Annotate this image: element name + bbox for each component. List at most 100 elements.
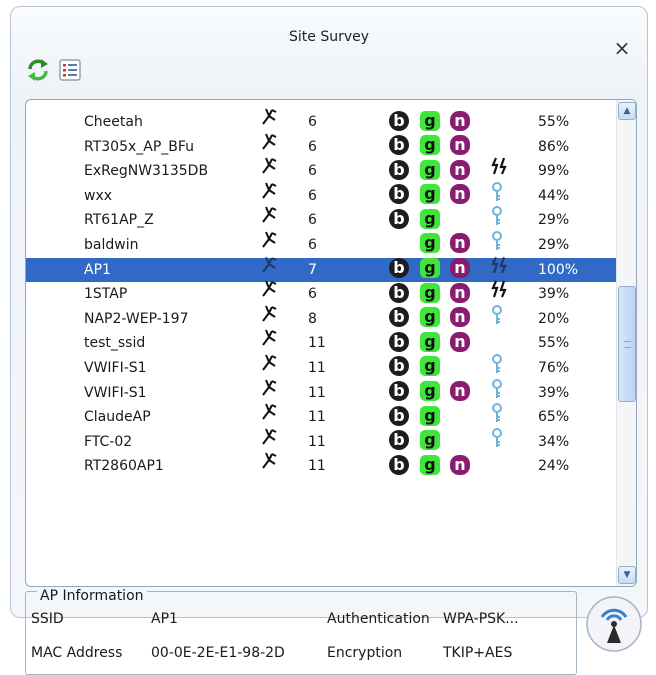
badge-g-label: g: [420, 258, 440, 279]
signal-strength-cell: 29%: [538, 236, 570, 253]
refresh-button[interactable]: [25, 57, 51, 83]
network-row[interactable]: ExRegNW3135DB 6 b g n 99%: [26, 157, 616, 184]
mode-n-icon: n: [450, 233, 470, 258]
grip-icon: [624, 341, 631, 348]
badge-n-label: n: [450, 282, 470, 303]
network-row[interactable]: VWIFI-S1 11 b g n 39%: [26, 378, 616, 406]
ssid-cell: RT61AP_Z: [84, 212, 154, 229]
signal-strength-cell: 55%: [538, 114, 570, 130]
network-row[interactable]: RT305x_AP_BFu 6 b g n 86%: [26, 133, 616, 160]
network-row[interactable]: NAP2-WEP-197 8 b g n 20%: [26, 304, 616, 332]
badge-n-label: n: [450, 381, 470, 402]
ssid-cell: ClaudeAP: [84, 409, 151, 426]
badge-b-label: b: [389, 258, 409, 279]
network-row[interactable]: ClaudeAP 11 b g 65%: [26, 403, 616, 430]
signal-strength-cell: 20%: [538, 310, 570, 327]
badge-b-label: b: [389, 454, 409, 475]
mode-n-icon: n: [450, 454, 470, 479]
badge-n-label: n: [450, 135, 470, 156]
network-row[interactable]: FTC-02 11 b g 34%: [26, 427, 616, 455]
mode-b-icon: b: [389, 454, 409, 479]
badge-b-label: b: [389, 184, 409, 205]
list-view-icon: [59, 59, 81, 81]
badge-b-label: b: [389, 208, 409, 229]
network-row[interactable]: AP1 7 b g n 100%: [26, 256, 616, 283]
mode-g-icon: g: [420, 405, 440, 430]
site-survey-window: Site Survey × Cheetah 6 b g n 55% RT305x_AP_BF…: [10, 6, 648, 675]
ssid-cell: ExRegNW3135DB: [84, 163, 209, 180]
network-row[interactable]: 1STAP 6 b g n 39%: [26, 280, 616, 307]
mode-b-icon: b: [389, 282, 409, 307]
ssid-cell: VWIFI-S1: [84, 384, 147, 401]
channel-cell: 11: [308, 409, 326, 426]
channel-cell: 6: [308, 138, 317, 155]
wps-button[interactable]: [585, 595, 643, 653]
signal-strength-cell: 44%: [538, 187, 570, 204]
mode-n-icon: n: [450, 258, 470, 283]
network-row[interactable]: test_ssid 11 b g n 55%: [26, 329, 616, 356]
mode-b-icon: b: [389, 135, 409, 160]
badge-n-label: n: [450, 233, 470, 254]
channel-cell: 11: [308, 335, 326, 352]
network-row[interactable]: wxx 6 b g n 44%: [26, 181, 616, 209]
window-title: Site Survey: [288, 29, 370, 45]
mode-n-icon: n: [450, 110, 470, 135]
badge-g-label: g: [420, 430, 440, 451]
signal-strength-cell: 100%: [538, 261, 579, 278]
badge-g-label: g: [420, 405, 440, 426]
signal-strength-cell: 29%: [538, 212, 570, 229]
ssid-cell: RT2860AP1: [84, 458, 164, 475]
mode-g-icon: g: [420, 282, 440, 307]
network-row[interactable]: RT61AP_Z 6 b g 29%: [26, 206, 616, 233]
badge-b-label: b: [389, 159, 409, 180]
ssid-cell: test_ssid: [84, 335, 146, 352]
mode-b-icon: b: [389, 356, 409, 381]
vertical-scrollbar[interactable]: ▲ ▼: [616, 100, 636, 586]
close-button[interactable]: ×: [611, 37, 633, 59]
mode-g-icon: g: [420, 430, 440, 455]
mode-g-icon: g: [420, 159, 440, 184]
mode-g-icon: g: [420, 454, 440, 479]
signal-strength-cell: 86%: [538, 138, 570, 155]
ssid-cell: VWIFI-S1: [84, 359, 147, 376]
badge-b-label: b: [389, 110, 409, 131]
encryption-value: TKIP+AES: [443, 645, 513, 661]
badge-b-label: b: [389, 405, 409, 426]
signal-strength-cell: 55%: [538, 335, 570, 352]
channel-cell: 6: [308, 286, 317, 303]
encryption-label: Encryption: [327, 645, 403, 661]
mode-g-icon: g: [420, 208, 440, 233]
badge-n-label: n: [450, 110, 470, 131]
scroll-thumb[interactable]: [618, 286, 636, 402]
mode-b-icon: b: [389, 307, 409, 332]
channel-cell: 6: [308, 187, 317, 204]
signal-strength-cell: 39%: [538, 384, 570, 401]
ap-information-legend: AP Information: [37, 588, 147, 604]
badge-g-label: g: [420, 381, 440, 402]
list-view-button[interactable]: [57, 57, 83, 83]
badge-g-label: g: [420, 331, 440, 352]
badge-b-label: b: [389, 135, 409, 156]
network-row[interactable]: baldwin 6 g n 29%: [26, 230, 616, 258]
badge-g-label: g: [420, 454, 440, 475]
badge-g-label: g: [420, 208, 440, 229]
network-row[interactable]: VWIFI-S1 11 b g 76%: [26, 353, 616, 381]
badge-g-label: g: [420, 282, 440, 303]
network-row[interactable]: Cheetah 6 b g n 55%: [26, 108, 616, 135]
badge-g-label: g: [420, 233, 440, 254]
mode-g-icon: g: [420, 381, 440, 406]
network-row[interactable]: RT2860AP1 11 b g n 24%: [26, 452, 616, 479]
channel-cell: 7: [308, 261, 317, 278]
mode-b-icon: b: [389, 258, 409, 283]
mode-n-icon: n: [450, 331, 470, 356]
scroll-down-button[interactable]: ▼: [618, 566, 636, 584]
mode-b-icon: b: [389, 184, 409, 209]
mode-g-icon: g: [420, 307, 440, 332]
channel-cell: 11: [308, 384, 326, 401]
scroll-up-button[interactable]: ▲: [618, 102, 636, 120]
channel-cell: 6: [308, 236, 317, 253]
mode-b-icon: b: [389, 381, 409, 406]
badge-n-label: n: [450, 258, 470, 279]
network-list[interactable]: Cheetah 6 b g n 55% RT305x_AP_BFu 6 b g n 86% ExRegN…: [25, 99, 637, 587]
signal-strength-cell: 65%: [538, 409, 570, 426]
